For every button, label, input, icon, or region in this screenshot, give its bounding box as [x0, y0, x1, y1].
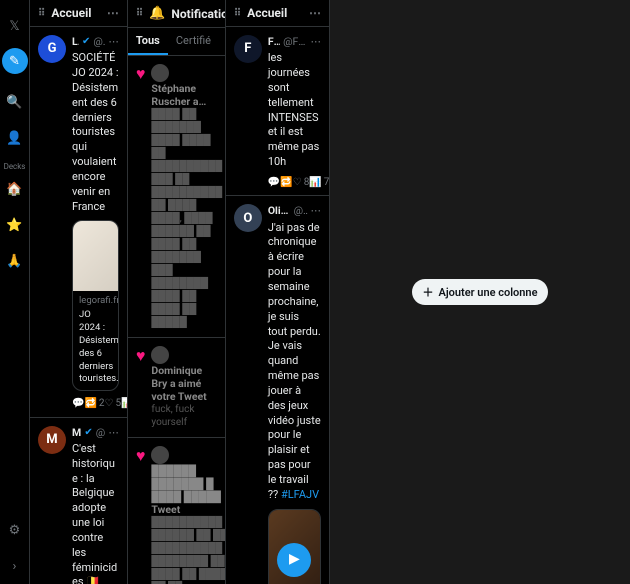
compose-button[interactable]: ✎: [2, 48, 28, 74]
column-notifications: ⠿ 🔔 Notifications ⋯ Tous Certifié Mentio…: [128, 0, 226, 584]
plus-icon: ＋: [422, 284, 433, 300]
tweet[interactable]: G Le Gorafi ✔ @le_gorafi · 35s ⋯ SOCIÉTÉ…: [30, 27, 127, 418]
column-header[interactable]: ⠿ Accueil ⋯: [30, 0, 127, 27]
user-name[interactable]: Olivier Bénis, si si c'…: [268, 204, 291, 218]
deck-item-3[interactable]: 🙏: [5, 251, 25, 271]
deck-item-1[interactable]: 🏠: [5, 179, 25, 199]
notification-tabs: Tous Certifié Mentions: [128, 28, 225, 56]
card-domain: legorafi.fr: [79, 295, 112, 308]
tweet[interactable]: M Marie-Charlotte … ✔ @MC_Garin · 1 min …: [30, 418, 127, 584]
add-column-label: Ajouter une colonne: [438, 286, 537, 299]
column-deck: ⠿ Accueil ⋯ G Le Gorafi ✔ @le_gorafi · 3…: [30, 0, 330, 584]
link-card[interactable]: legorafi.fr JO 2024 : Désistement des 6 …: [72, 220, 119, 391]
tweet-menu-icon[interactable]: ⋯: [311, 35, 322, 49]
like-button[interactable]: ♡ 5: [105, 397, 122, 411]
verified-badge-icon: ✔: [84, 426, 92, 440]
user-name[interactable]: FibreTigre: [268, 35, 280, 49]
reply-button[interactable]: 💬: [72, 397, 84, 411]
card-title: JO 2024 : Désistement des 6 derniers tou…: [79, 309, 112, 386]
tweet-hashtag[interactable]: #LFAJV: [281, 488, 319, 501]
expand-icon[interactable]: ›: [5, 556, 25, 576]
retweet-button[interactable]: 🔁 2: [84, 397, 104, 411]
notification[interactable]: ♥ Stéphane Ruscher a… ████ ██ ███████ ██…: [128, 56, 225, 338]
tweet-text: les journées sont tellement INTENSES et …: [268, 51, 321, 170]
column-header[interactable]: ⠿ Accueil ⋯: [226, 0, 329, 27]
notif-title: Stéphane Ruscher a…: [151, 82, 222, 108]
column-title: Notifications: [171, 7, 225, 21]
notif-preview: fuck, fuck yourself: [151, 403, 216, 429]
tab-verified[interactable]: Certifié: [168, 28, 219, 55]
deck-item-2[interactable]: ⭐: [5, 215, 25, 235]
avatar: [151, 346, 169, 364]
user-handle: @Olivi… · 21h: [294, 204, 308, 218]
notif-title: Dominique Bry a aimé votre Tweet: [151, 364, 216, 403]
side-panel: ＋ Ajouter une colonne: [330, 0, 630, 584]
avatar[interactable]: O: [234, 204, 262, 232]
tweet[interactable]: O Olivier Bénis, si si c'…@Olivi… · 21h⋯…: [226, 196, 329, 584]
views-count: 📊 731: [309, 176, 329, 190]
feed: F FibreTigre@FibreTigre · 14 min ⋯ les jo…: [226, 27, 329, 584]
user-handle: @le_gorafi · 35s: [93, 35, 105, 49]
video-thumbnail: ▶ GIF ALT: [269, 510, 320, 584]
like-button[interactable]: ♡ 8: [293, 176, 310, 190]
user-name[interactable]: Le Gorafi: [72, 35, 79, 49]
avatar[interactable]: F: [234, 35, 262, 63]
play-button-icon[interactable]: ▶: [277, 543, 311, 577]
column-title: Accueil: [51, 6, 91, 20]
column-accueil-2: ⠿ Accueil ⋯ F FibreTigre@FibreTigre · 14…: [226, 0, 330, 584]
notif-preview: ████ ██ ███████ ████ ████ ██ ██████████ …: [151, 108, 222, 329]
tweet-text: J'ai pas de chronique à écrire pour la s…: [268, 221, 321, 503]
video-card[interactable]: ▶ GIF ALT: [268, 509, 321, 584]
tweet-text: SOCIÉTÉJO 2024 : Désistement des 6 derni…: [72, 51, 119, 214]
user-name[interactable]: Marie-Charlotte …: [72, 426, 81, 440]
settings-icon[interactable]: ⚙: [5, 520, 25, 540]
heart-icon: ♥: [136, 346, 146, 429]
column-title: Accueil: [247, 6, 287, 20]
card-image: [73, 221, 118, 291]
tweet-text: C'est historique : la Belgique adopte un…: [72, 442, 119, 584]
avatar: [151, 64, 169, 82]
bird-icon[interactable]: 𝕏: [5, 16, 25, 36]
notif-preview: ██████████ ██████ ██ ███ ██████████ ████…: [151, 516, 224, 584]
notification-feed: ♥ Stéphane Ruscher a… ████ ██ ███████ ██…: [128, 56, 225, 584]
column-menu-icon[interactable]: ⋯: [107, 6, 119, 20]
reply-button[interactable]: 💬: [268, 176, 280, 190]
tweet-menu-icon[interactable]: ⋯: [311, 204, 322, 218]
column-menu-icon[interactable]: ⋯: [309, 6, 321, 20]
user-handle: @FibreTigre · 14 min: [283, 35, 307, 49]
retweet-button[interactable]: 🔁: [280, 176, 292, 190]
avatar[interactable]: M: [38, 426, 66, 454]
tweet-actions: 💬 🔁 2 ♡ 5 📊 102 ↗: [72, 397, 119, 411]
tab-mentions[interactable]: Mentions: [219, 28, 226, 55]
bell-icon: 🔔: [149, 6, 165, 21]
decks-label: Decks: [4, 162, 26, 171]
notification[interactable]: ♥ Dominique Bry a aimé votre Tweet fuck,…: [128, 338, 225, 438]
grip-icon: ⠿: [234, 8, 241, 19]
left-rail: 𝕏 ✎ 🔍 👤 Decks 🏠 ⭐ 🙏 ⚙ ›: [0, 0, 30, 584]
column-accueil-1: ⠿ Accueil ⋯ G Le Gorafi ✔ @le_gorafi · 3…: [30, 0, 128, 584]
grip-icon: ⠿: [38, 8, 45, 19]
notification[interactable]: ♥ ██████ ███████ █ ████ █████ Tweet ████…: [128, 438, 225, 584]
verified-badge-icon: ✔: [82, 35, 90, 49]
avatar[interactable]: G: [38, 35, 66, 63]
tab-all[interactable]: Tous: [128, 28, 168, 55]
views-count: 📊 102: [121, 397, 127, 411]
notif-title: ██████ ███████ █ ████ █████ Tweet: [151, 464, 224, 516]
tweet-menu-icon[interactable]: ⋯: [108, 35, 119, 49]
grip-icon: ⠿: [136, 8, 143, 19]
search-icon[interactable]: 🔍: [5, 92, 25, 112]
add-column-button[interactable]: ＋ Ajouter une colonne: [412, 279, 547, 305]
heart-icon: ♥: [136, 446, 146, 584]
column-header[interactable]: ⠿ 🔔 Notifications ⋯: [128, 0, 225, 28]
tweet[interactable]: F FibreTigre@FibreTigre · 14 min ⋯ les jo…: [226, 27, 329, 196]
user-handle: @MC_Garin · 1 min: [96, 426, 106, 440]
tweet-menu-icon[interactable]: ⋯: [108, 426, 119, 440]
feed: G Le Gorafi ✔ @le_gorafi · 35s ⋯ SOCIÉTÉ…: [30, 27, 127, 584]
feather-icon: ✎: [9, 54, 20, 69]
avatar: [151, 446, 169, 464]
heart-icon: ♥: [136, 64, 146, 329]
profile-icon[interactable]: 👤: [5, 128, 25, 148]
